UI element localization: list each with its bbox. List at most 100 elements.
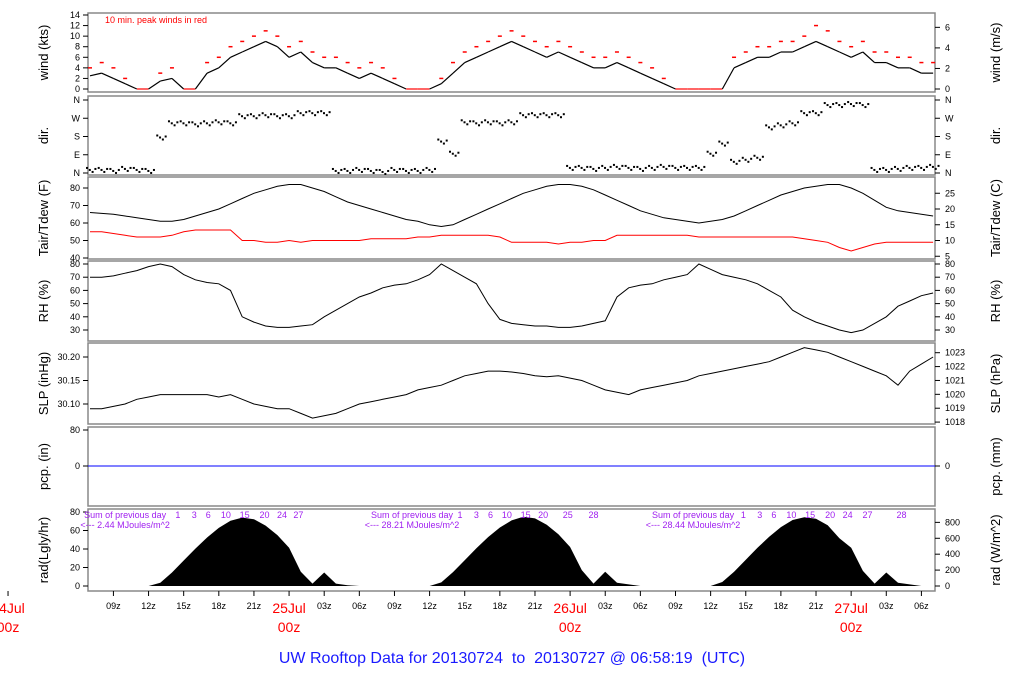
cumulative-mj-label: 6 xyxy=(771,510,776,520)
left-axis-label-wind: wind (kts) xyxy=(36,25,51,82)
dir-point xyxy=(715,151,718,154)
dir-point xyxy=(378,168,381,171)
right-axis-label-temp: Tair/Tdew (C) xyxy=(988,179,1003,257)
dir-point xyxy=(510,121,513,124)
dir-point xyxy=(893,165,896,168)
dir-point xyxy=(323,112,325,115)
dir-point xyxy=(214,119,217,122)
wind-avg-segment xyxy=(160,77,173,82)
dir-point xyxy=(849,103,852,106)
wind-avg-segment xyxy=(792,46,805,53)
dir-point xyxy=(753,154,756,157)
dir-point xyxy=(562,113,565,116)
dir-point xyxy=(381,170,384,173)
dir-point xyxy=(568,166,571,169)
left-tick-label-wind: 10 xyxy=(70,31,80,41)
radiation-area xyxy=(90,516,934,586)
dir-point xyxy=(709,152,712,155)
dir-point xyxy=(469,120,472,123)
x-tick-label: 18z xyxy=(774,601,789,611)
cumulative-mj-label: 24 xyxy=(277,510,287,520)
day-label-date: 24Jul xyxy=(0,600,25,616)
dir-point xyxy=(791,122,794,125)
dir-point xyxy=(367,167,370,170)
day-label-hour: 00z xyxy=(278,619,301,635)
dir-point xyxy=(814,112,817,115)
daily-sum-title: Sum of previous day xyxy=(371,510,454,520)
wind-avg-segment xyxy=(581,62,594,69)
wind-avg-segment xyxy=(804,40,817,48)
dir-point xyxy=(346,169,349,172)
x-tick-label: 12z xyxy=(422,601,437,611)
dir-point xyxy=(861,104,864,107)
cumulative-mj-label: 25 xyxy=(563,510,573,520)
dir-point xyxy=(873,168,876,171)
cumulative-mj-label: 6 xyxy=(488,510,493,520)
dir-point xyxy=(208,124,211,127)
dir-point xyxy=(252,115,255,118)
dir-point xyxy=(653,168,656,171)
cumulative-mj-label: 10 xyxy=(502,510,512,520)
dir-point xyxy=(925,165,928,168)
right-axis-label-slp: SLP (hPa) xyxy=(988,354,1003,414)
dir-point xyxy=(800,110,803,113)
left-tick-label-dir: E xyxy=(74,150,80,160)
dir-point xyxy=(812,110,815,113)
dir-point xyxy=(797,121,799,124)
dir-point xyxy=(278,117,281,120)
dir-point xyxy=(747,160,750,163)
x-tick-label: 09z xyxy=(387,601,402,611)
dir-point xyxy=(387,169,390,172)
dir-point xyxy=(466,123,469,126)
dir-point xyxy=(188,121,191,124)
dir-point xyxy=(773,125,776,128)
dir-point xyxy=(691,165,694,168)
dir-point xyxy=(141,167,144,170)
wind-avg-segment xyxy=(265,40,278,48)
dir-point xyxy=(887,170,890,173)
dir-point xyxy=(723,144,726,147)
dir-point xyxy=(592,167,595,170)
left-tick-label-slp: 30.20 xyxy=(57,352,80,362)
dir-point xyxy=(117,168,120,171)
dir-point xyxy=(340,168,343,171)
left-tick-label-wind: 8 xyxy=(75,42,80,52)
cumulative-mj-label: 28 xyxy=(589,510,599,520)
dir-point xyxy=(838,104,841,107)
dir-point xyxy=(355,166,358,169)
dir-point xyxy=(144,167,147,170)
wind-avg-segment xyxy=(230,51,243,58)
right-tick-label-dir: W xyxy=(945,113,954,123)
left-tick-label-rh: 30 xyxy=(70,325,80,335)
dir-point xyxy=(419,171,422,174)
dir-point xyxy=(504,121,507,124)
x-tick-label: 09z xyxy=(106,601,121,611)
left-tick-label-rh: 80 xyxy=(70,259,80,269)
right-tick-label-slp: 1022 xyxy=(945,362,965,372)
dir-point xyxy=(852,105,855,108)
right-tick-label-temp: 10 xyxy=(945,236,955,246)
dir-point xyxy=(782,126,785,129)
dir-point xyxy=(343,167,346,170)
dir-point xyxy=(604,166,607,169)
wind-avg-segment xyxy=(464,56,477,64)
dir-point xyxy=(463,121,466,124)
dir-point xyxy=(706,150,709,153)
dir-point xyxy=(170,122,173,125)
wind-avg-segment xyxy=(546,51,559,58)
dir-point xyxy=(574,165,577,168)
cumulative-mj-label: 28 xyxy=(896,510,906,520)
left-axis-label-rh: RH (%) xyxy=(36,280,51,323)
right-tick-label-rh: 60 xyxy=(945,285,955,295)
dir-point xyxy=(929,163,932,166)
wind-avg-segment xyxy=(523,46,536,53)
right-axis-label-wind: wind (m/s) xyxy=(988,23,1003,84)
dir-point xyxy=(246,114,249,117)
dir-point xyxy=(659,163,662,166)
dir-point xyxy=(595,169,598,172)
daily-sum-value: <--- 28.44 MJoules/m^2 xyxy=(646,520,741,530)
right-tick-label-rad: 800 xyxy=(945,517,960,527)
day-label-hour: 00z xyxy=(559,619,582,635)
dir-point xyxy=(360,170,363,173)
dir-point xyxy=(513,123,516,126)
